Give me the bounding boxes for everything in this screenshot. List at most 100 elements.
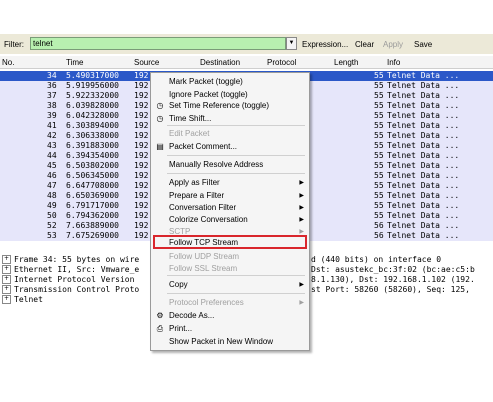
menu-item-edit-packet[interactable]: Edit Packet bbox=[151, 128, 309, 140]
menu-item-protocol-preferences[interactable]: Protocol Preferences ▶ bbox=[151, 297, 309, 309]
cell-time: 6.650369000 bbox=[66, 191, 119, 200]
cell-time: 5.490317000 bbox=[66, 71, 119, 80]
menu-item-apply-as-filter[interactable]: Apply as Filter ▶ bbox=[151, 177, 309, 189]
cell-no: 50 bbox=[47, 211, 57, 220]
menu-item-follow-ssl-stream[interactable]: Follow SSL Stream bbox=[151, 263, 309, 275]
cell-source: 192 bbox=[134, 101, 149, 110]
menu-item-manually-resolve-address[interactable]: Manually Resolve Address bbox=[151, 159, 309, 171]
expand-icon[interactable]: + bbox=[2, 285, 11, 294]
cell-source: 192 bbox=[134, 121, 149, 130]
column-header-length[interactable]: Length bbox=[334, 58, 358, 67]
cell-source: 192 bbox=[134, 161, 149, 170]
wireshark-window: Filter: telnet ▼ Expression... Clear App… bbox=[0, 0, 493, 402]
filter-input[interactable]: telnet bbox=[30, 37, 286, 50]
tree-item-label: Frame 34: 55 bytes on wire bbox=[14, 255, 140, 264]
menu-item-time-shift[interactable]: ◷ Time Shift... bbox=[151, 113, 309, 125]
cell-no: 38 bbox=[47, 101, 57, 110]
print-icon: ⎙ bbox=[156, 324, 164, 333]
submenu-arrow-icon: ▶ bbox=[299, 282, 304, 288]
expand-icon[interactable]: + bbox=[2, 295, 11, 304]
menu-item-conversation-filter[interactable]: Conversation Filter ▶ bbox=[151, 202, 309, 214]
cell-source: 192 bbox=[134, 211, 149, 220]
cell-source: 192 bbox=[134, 231, 149, 240]
menu-item-decode-as[interactable]: ⚙ Decode As... bbox=[151, 310, 309, 322]
cell-time: 6.306338000 bbox=[66, 131, 119, 140]
cell-no: 34 bbox=[47, 71, 57, 80]
expand-icon[interactable]: + bbox=[2, 255, 11, 264]
submenu-arrow-icon: ▶ bbox=[299, 193, 304, 199]
apply-button[interactable]: Apply bbox=[383, 40, 403, 49]
cell-info: Telnet Data ... bbox=[387, 111, 460, 120]
menu-item-set-time-reference-toggle[interactable]: ◷ Set Time Reference (toggle) bbox=[151, 100, 309, 112]
column-header-info[interactable]: Info bbox=[387, 58, 400, 67]
tree-item-label: Telnet bbox=[14, 295, 43, 304]
save-button[interactable]: Save bbox=[414, 40, 432, 49]
cell-info: Telnet Data ... bbox=[387, 191, 460, 200]
submenu-arrow-icon: ▶ bbox=[299, 180, 304, 186]
cell-no: 45 bbox=[47, 161, 57, 170]
column-header-protocol[interactable]: Protocol bbox=[267, 58, 296, 67]
menu-item-label: Packet Comment... bbox=[169, 142, 238, 151]
comment-icon: ▤ bbox=[156, 142, 164, 151]
cell-no: 49 bbox=[47, 201, 57, 210]
cell-time: 6.791717000 bbox=[66, 201, 119, 210]
cell-length: 55 bbox=[374, 91, 384, 100]
decode-icon: ⚙ bbox=[156, 311, 164, 320]
clock-icon: ◷ bbox=[156, 101, 164, 110]
menu-separator bbox=[167, 155, 305, 156]
cell-no: 36 bbox=[47, 81, 57, 90]
menu-item-mark-packet-toggle[interactable]: Mark Packet (toggle) bbox=[151, 76, 309, 88]
menu-item-show-packet-in-new-window[interactable]: Show Packet in New Window bbox=[151, 336, 309, 348]
cell-time: 6.503802000 bbox=[66, 161, 119, 170]
menu-item-follow-udp-stream[interactable]: Follow UDP Stream bbox=[151, 251, 309, 263]
cell-length: 55 bbox=[374, 161, 384, 170]
menu-item-print[interactable]: ⎙ Print... bbox=[151, 323, 309, 335]
menu-item-label: Edit Packet bbox=[169, 129, 210, 138]
cell-info: Telnet Data ... bbox=[387, 101, 460, 110]
cell-time: 7.663889000 bbox=[66, 221, 119, 230]
cell-info: Telnet Data ... bbox=[387, 121, 460, 130]
cell-length: 55 bbox=[374, 121, 384, 130]
tree-item-detail: 8.1.130), Dst: 192.168.1.102 (192. bbox=[311, 275, 475, 284]
menu-item-label: Prepare a Filter bbox=[169, 191, 225, 200]
menu-item-packet-comment[interactable]: ▤ Packet Comment... bbox=[151, 141, 309, 153]
submenu-arrow-icon: ▶ bbox=[299, 300, 304, 306]
tree-item-label: Internet Protocol Version bbox=[14, 275, 135, 284]
cell-length: 55 bbox=[374, 111, 384, 120]
cell-time: 6.391883000 bbox=[66, 141, 119, 150]
clear-button[interactable]: Clear bbox=[355, 40, 374, 49]
expression-button[interactable]: Expression... bbox=[302, 40, 348, 49]
cell-no: 48 bbox=[47, 191, 57, 200]
cell-info: Telnet Data ... bbox=[387, 231, 460, 240]
menu-item-copy[interactable]: Copy ▶ bbox=[151, 279, 309, 291]
menu-item-label: Conversation Filter bbox=[169, 203, 237, 212]
expand-icon[interactable]: + bbox=[2, 265, 11, 274]
cell-length: 55 bbox=[374, 171, 384, 180]
menu-item-prepare-a-filter[interactable]: Prepare a Filter ▶ bbox=[151, 190, 309, 202]
cell-length: 55 bbox=[374, 131, 384, 140]
cell-length: 55 bbox=[374, 81, 384, 90]
cell-info: Telnet Data ... bbox=[387, 211, 460, 220]
cell-length: 55 bbox=[374, 201, 384, 210]
cell-info: Telnet Data ... bbox=[387, 71, 460, 80]
packet-list-header: No. Time Source Destination Protocol Len… bbox=[0, 56, 493, 69]
cell-info: Telnet Data ... bbox=[387, 201, 460, 210]
cell-no: 41 bbox=[47, 121, 57, 130]
cell-time: 6.303894000 bbox=[66, 121, 119, 130]
cell-length: 55 bbox=[374, 191, 384, 200]
cell-source: 192 bbox=[134, 181, 149, 190]
column-header-no[interactable]: No. bbox=[2, 58, 14, 67]
cell-no: 46 bbox=[47, 171, 57, 180]
cell-no: 43 bbox=[47, 141, 57, 150]
filter-dropdown-button[interactable]: ▼ bbox=[286, 37, 297, 50]
menu-separator bbox=[167, 125, 305, 126]
cell-time: 6.506345000 bbox=[66, 171, 119, 180]
column-header-source[interactable]: Source bbox=[134, 58, 159, 67]
cell-no: 52 bbox=[47, 221, 57, 230]
menu-item-colorize-conversation[interactable]: Colorize Conversation ▶ bbox=[151, 214, 309, 226]
expand-icon[interactable]: + bbox=[2, 275, 11, 284]
cell-length: 55 bbox=[374, 181, 384, 190]
column-header-time[interactable]: Time bbox=[66, 58, 83, 67]
tree-item-detail: d (440 bits) on interface 0 bbox=[311, 255, 442, 264]
column-header-destination[interactable]: Destination bbox=[200, 58, 240, 67]
